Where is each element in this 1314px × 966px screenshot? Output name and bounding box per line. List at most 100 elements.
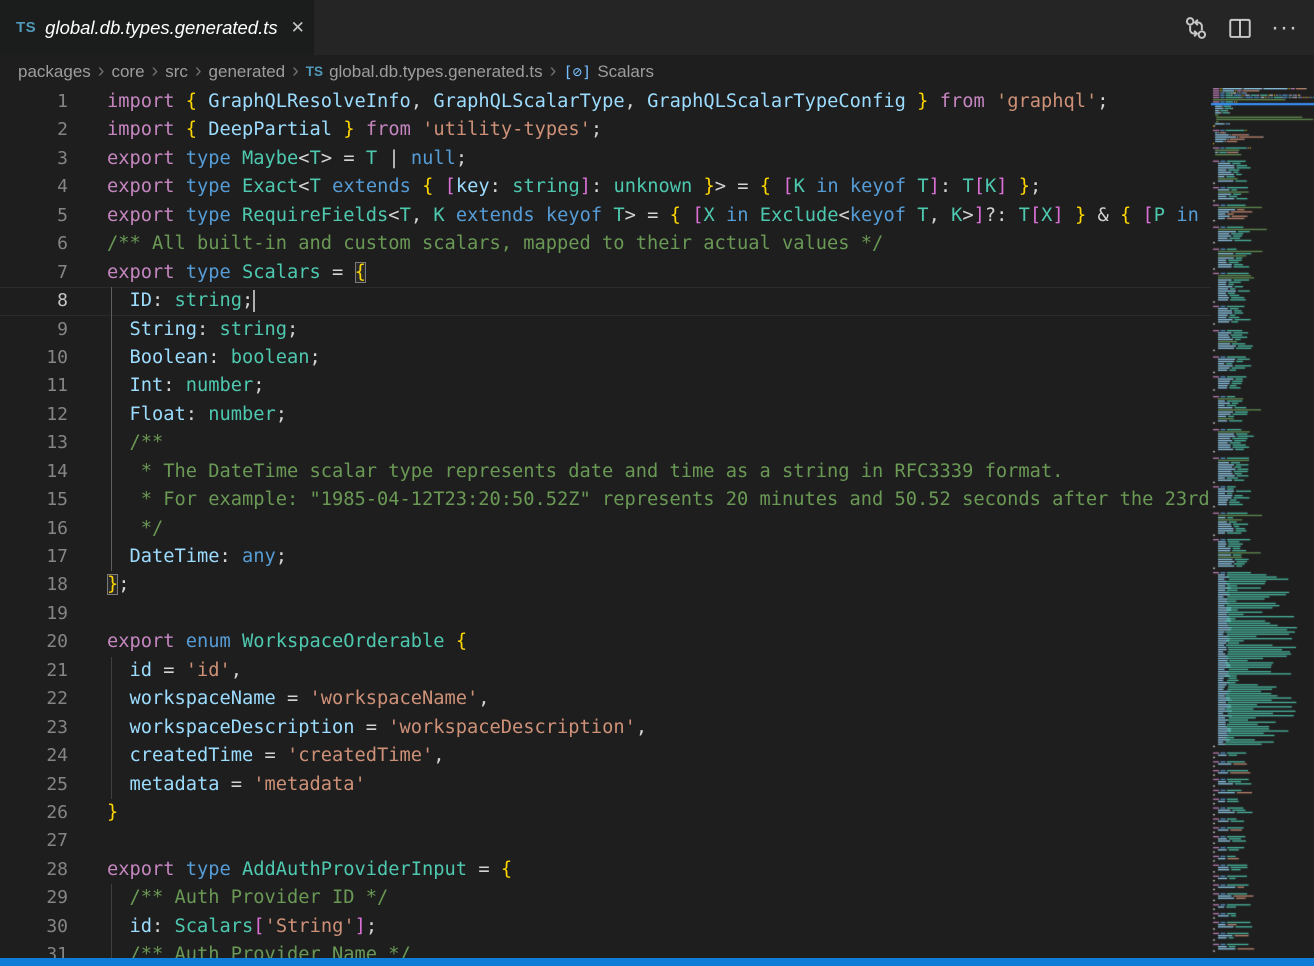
line-content: Boolean: boolean; (68, 344, 1211, 372)
minimap[interactable] (1211, 88, 1314, 958)
code-line[interactable]: 31 /** Auth Provider Name */ (0, 941, 1211, 958)
line-content: export type AddAuthProviderInput = { (68, 856, 1211, 884)
code-line[interactable]: 5export type RequireFields<T, K extends … (0, 202, 1211, 230)
code-token: T (962, 176, 973, 197)
code-token: } (107, 802, 118, 823)
code-token: * For example: "1985-04-12T23:20:50.52Z"… (107, 489, 1211, 510)
code-token: Int (107, 375, 163, 396)
indent-guide (111, 287, 112, 315)
code-line[interactable]: 2import { DeepPartial } from 'utility-ty… (0, 116, 1211, 144)
code-line[interactable]: 8 ID: string; (0, 287, 1211, 315)
tab-global-db-types-generated[interactable]: TS global.db.types.generated.ts ✕ (0, 0, 314, 55)
code-token: : (220, 546, 243, 567)
code-line[interactable]: 27 (0, 827, 1211, 855)
indent-guide (111, 344, 112, 372)
code-token: , (625, 91, 636, 112)
code-token: /** (107, 432, 163, 453)
code-token: } (107, 574, 118, 595)
code-token: X (703, 205, 714, 226)
code-token: export (107, 631, 175, 652)
code-line[interactable]: 6/** All built-in and custom scalars, ma… (0, 230, 1211, 258)
code-token: type (175, 205, 231, 226)
code-line[interactable]: 1import { GraphQLResolveInfo, GraphQLSca… (0, 88, 1211, 116)
code-line[interactable]: 9 String: string; (0, 316, 1211, 344)
breadcrumb-item[interactable]: generated (209, 62, 286, 82)
breadcrumb-label: core (111, 62, 144, 82)
line-content: * The DateTime scalar type represents da… (68, 458, 1211, 486)
line-number: 12 (0, 401, 68, 429)
line-number: 15 (0, 486, 68, 514)
code-line[interactable]: 15 * For example: "1985-04-12T23:20:50.5… (0, 486, 1211, 514)
code-token: 'workspaceName' (310, 688, 479, 709)
code-token: [ (253, 916, 264, 937)
more-actions-button[interactable]: ··· (1267, 19, 1302, 37)
code-line[interactable]: 10 Boolean: boolean; (0, 344, 1211, 372)
line-content: */ (68, 515, 1211, 543)
code-line[interactable]: 24 createdTime = 'createdTime', (0, 742, 1211, 770)
code-line[interactable]: 4export type Exact<T extends { [key: str… (0, 173, 1211, 201)
code-line[interactable]: 19 (0, 600, 1211, 628)
code-line[interactable]: 30 id: Scalars['String']; (0, 913, 1211, 941)
code-token: extends (445, 205, 535, 226)
code-token: T (310, 176, 321, 197)
code-token: null (411, 148, 456, 169)
line-content: /** Auth Provider Name */ (68, 941, 1211, 958)
code-line[interactable]: 25 metadata = 'metadata' (0, 771, 1211, 799)
breadcrumb-item[interactable]: [⊘]Scalars (563, 62, 654, 82)
code-token: in (805, 176, 839, 197)
code-token: , (929, 205, 952, 226)
code-line[interactable]: 20export enum WorkspaceOrderable { (0, 628, 1211, 656)
code-token: , (433, 745, 444, 766)
code-line[interactable]: 29 /** Auth Provider ID */ (0, 884, 1211, 912)
code-line[interactable]: 17 DateTime: any; (0, 543, 1211, 571)
code-token: K (985, 176, 996, 197)
code-line[interactable]: 7export type Scalars = { (0, 259, 1211, 287)
close-tab-icon[interactable]: ✕ (287, 16, 309, 40)
code-line[interactable]: 22 workspaceName = 'workspaceName', (0, 685, 1211, 713)
code-line[interactable]: 26} (0, 799, 1211, 827)
code-line[interactable]: 18}; (0, 571, 1211, 599)
code-token (1008, 176, 1019, 197)
line-number: 29 (0, 884, 68, 912)
line-number: 8 (0, 287, 68, 315)
code-line[interactable]: 3export type Maybe<T> = T | null; (0, 145, 1211, 173)
code-line[interactable]: 16 */ (0, 515, 1211, 543)
code-token (681, 205, 692, 226)
breadcrumb-item[interactable]: TSglobal.db.types.generated.ts (306, 62, 543, 82)
line-content (68, 600, 1211, 628)
line-number: 27 (0, 827, 68, 855)
code-token: Float (107, 404, 186, 425)
code-token: , (411, 91, 422, 112)
breadcrumb-item[interactable]: core (111, 62, 144, 82)
code-token: DateTime (107, 546, 220, 567)
code-line[interactable]: 13 /** (0, 429, 1211, 457)
code-line[interactable]: 21 id = 'id', (0, 657, 1211, 685)
code-token: key (456, 176, 490, 197)
line-content: export type RequireFields<T, K extends k… (68, 202, 1211, 230)
open-changes-button[interactable] (1179, 11, 1213, 45)
code-line[interactable]: 28export type AddAuthProviderInput = { (0, 856, 1211, 884)
breadcrumb-item[interactable]: src (165, 62, 188, 82)
code-token: ; (276, 546, 287, 567)
code-token: : (197, 319, 220, 340)
code-line[interactable]: 12 Float: number; (0, 401, 1211, 429)
code-token: { (1120, 205, 1131, 226)
line-number: 17 (0, 543, 68, 571)
code-token: < (839, 205, 850, 226)
code-line[interactable]: 23 workspaceDescription = 'workspaceDesc… (0, 714, 1211, 742)
code-token: = (220, 774, 254, 795)
indent-guide (111, 486, 112, 514)
line-number: 3 (0, 145, 68, 173)
code-line[interactable]: 11 Int: number; (0, 372, 1211, 400)
breadcrumb-label: global.db.types.generated.ts (329, 62, 543, 82)
code-token (445, 631, 456, 652)
code-area[interactable]: 1import { GraphQLResolveInfo, GraphQLSca… (0, 88, 1211, 958)
code-token: ; (242, 290, 253, 311)
code-token (1131, 205, 1142, 226)
breadcrumb-item[interactable]: packages (18, 62, 91, 82)
code-line[interactable]: 14 * The DateTime scalar type represents… (0, 458, 1211, 486)
code-token: export (107, 176, 175, 197)
split-editor-button[interactable] (1223, 11, 1257, 45)
code-token: } (343, 119, 354, 140)
code-token: = (467, 859, 501, 880)
